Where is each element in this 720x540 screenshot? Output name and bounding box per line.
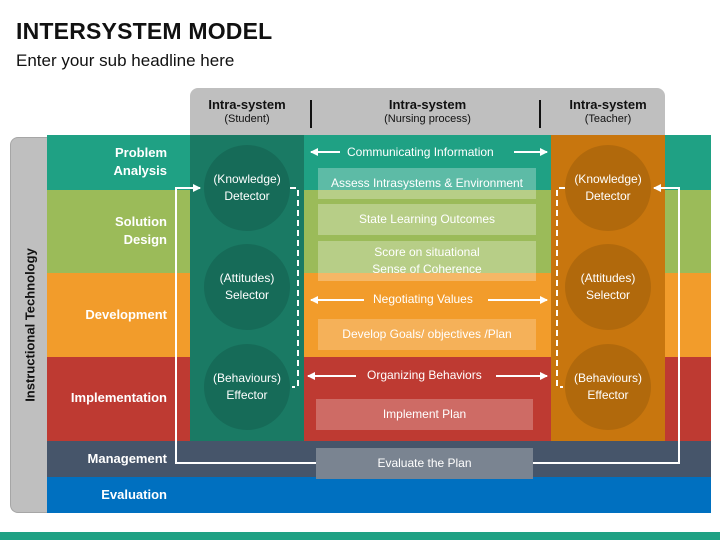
loop-line-left [175,184,316,464]
footer-bar [0,532,720,540]
dashed-line-teacher [556,187,565,388]
dashed-line-student [290,187,299,388]
loop-line-right [533,184,680,464]
connector-lines [175,148,680,464]
